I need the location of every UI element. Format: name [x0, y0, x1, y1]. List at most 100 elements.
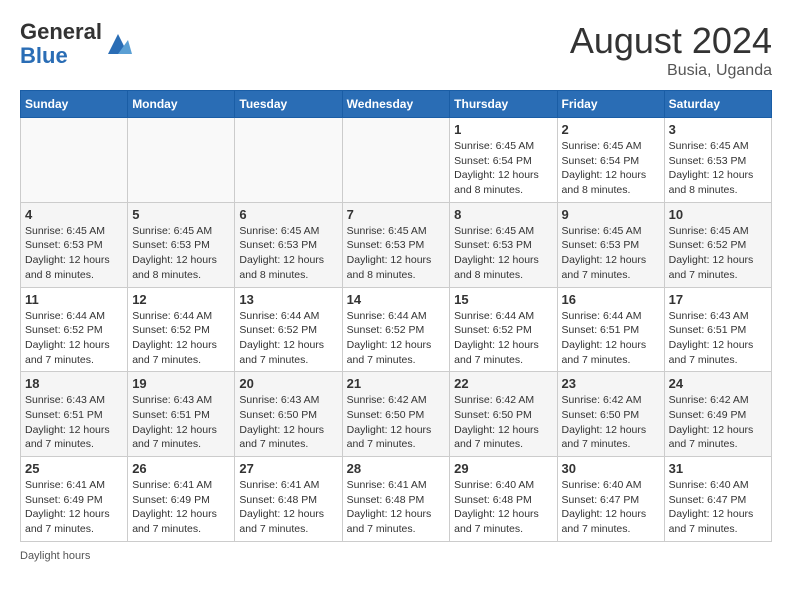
calendar-cell [128, 118, 235, 203]
calendar-week-row: 18 Sunrise: 6:43 AM Sunset: 6:51 PM Dayli… [21, 372, 772, 457]
day-number: 25 [25, 461, 123, 476]
month-year-title: August 2024 [570, 20, 772, 62]
calendar-cell: 1 Sunrise: 6:45 AM Sunset: 6:54 PM Daylig… [450, 118, 557, 203]
calendar-cell: 28 Sunrise: 6:41 AM Sunset: 6:48 PM Dayli… [342, 457, 450, 542]
day-number: 4 [25, 207, 123, 222]
footer: Daylight hours [20, 550, 772, 562]
day-info: Sunrise: 6:45 AM Sunset: 6:53 PM Dayligh… [562, 224, 660, 283]
calendar-cell: 8Sunrise: 6:45 AM Sunset: 6:53 PM Daylig… [450, 202, 557, 287]
calendar-header-friday: Friday [557, 91, 664, 118]
day-info: Sunrise: 6:41 AM Sunset: 6:48 PM Dayligh… [347, 478, 446, 537]
day-number: 23 [562, 376, 660, 391]
day-number: 2 [562, 122, 660, 137]
day-info: Sunrise: 6:45 AM Sunset: 6:52 PM Dayligh… [669, 224, 767, 283]
calendar-cell: 25Sunrise: 6:41 AM Sunset: 6:49 PM Dayli… [21, 457, 128, 542]
calendar-header-wednesday: Wednesday [342, 91, 450, 118]
day-info: Sunrise: 6:40 AM Sunset: 6:48 PM Dayligh… [454, 478, 552, 537]
day-info: Sunrise: 6:42 AM Sunset: 6:50 PM Dayligh… [454, 393, 552, 452]
day-number: 10 [669, 207, 767, 222]
day-number: 9 [562, 207, 660, 222]
calendar-week-row: 25 Sunrise: 6:41 AM Sunset: 6:49 PM Dayli… [21, 457, 772, 542]
day-info: Sunrise: 6:42 AM Sunset: 6:50 PM Dayligh… [347, 393, 446, 452]
calendar-cell: 26 Sunrise: 6:41 AM Sunset: 6:49 PM Dayli… [128, 457, 235, 542]
calendar-cell: 10 Sunrise: 6:45 AM Sunset: 6:52 PM Dayli… [664, 202, 771, 287]
calendar-cell: 2 Sunrise: 6:45 AM Sunset: 6:54 PM Daylig… [557, 118, 664, 203]
day-number: 27 [239, 461, 337, 476]
day-number: 28 [347, 461, 446, 476]
calendar-cell: 5Sunrise: 6:45 AM Sunset: 6:53 PM Daylig… [128, 202, 235, 287]
calendar-cell: 9 Sunrise: 6:45 AM Sunset: 6:53 PM Daylig… [557, 202, 664, 287]
day-number: 18 [25, 376, 123, 391]
day-number: 21 [347, 376, 446, 391]
calendar-week-row: 1 Sunrise: 6:45 AM Sunset: 6:54 PM Daylig… [21, 118, 772, 203]
calendar-cell: 11 Sunrise: 6:44 AM Sunset: 6:52 PM Dayli… [21, 287, 128, 372]
calendar-cell: 30Sunrise: 6:40 AM Sunset: 6:47 PM Dayli… [557, 457, 664, 542]
day-number: 26 [132, 461, 230, 476]
day-number: 1 [454, 122, 552, 137]
logo: General Blue [20, 20, 132, 68]
calendar-cell: 21 Sunrise: 6:42 AM Sunset: 6:50 PM Dayli… [342, 372, 450, 457]
calendar-cell: 20 Sunrise: 6:43 AM Sunset: 6:50 PM Dayli… [235, 372, 342, 457]
day-info: Sunrise: 6:43 AM Sunset: 6:51 PM Dayligh… [669, 309, 767, 368]
page-header: General Blue August 2024 Busia, Uganda [20, 20, 772, 80]
calendar-header-monday: Monday [128, 91, 235, 118]
calendar-header-sunday: Sunday [21, 91, 128, 118]
day-number: 12 [132, 292, 230, 307]
day-info: Sunrise: 6:44 AM Sunset: 6:52 PM Dayligh… [25, 309, 123, 368]
day-info: Sunrise: 6:44 AM Sunset: 6:52 PM Dayligh… [239, 309, 337, 368]
day-number: 17 [669, 292, 767, 307]
calendar-header-row: SundayMondayTuesdayWednesdayThursdayFrid… [21, 91, 772, 118]
logo-container: General Blue [20, 20, 132, 68]
day-number: 20 [239, 376, 337, 391]
calendar-header-saturday: Saturday [664, 91, 771, 118]
day-info: Sunrise: 6:43 AM Sunset: 6:51 PM Dayligh… [132, 393, 230, 452]
calendar-cell [21, 118, 128, 203]
calendar-cell: 4 Sunrise: 6:45 AM Sunset: 6:53 PM Daylig… [21, 202, 128, 287]
day-info: Sunrise: 6:42 AM Sunset: 6:49 PM Dayligh… [669, 393, 767, 452]
calendar-cell: 19 Sunrise: 6:43 AM Sunset: 6:51 PM Dayli… [128, 372, 235, 457]
logo-blue: Blue [20, 43, 68, 68]
day-number: 30 [562, 461, 660, 476]
day-number: 16 [562, 292, 660, 307]
day-number: 7 [347, 207, 446, 222]
day-info: Sunrise: 6:44 AM Sunset: 6:52 PM Dayligh… [454, 309, 552, 368]
calendar-cell [235, 118, 342, 203]
location-subtitle: Busia, Uganda [570, 62, 772, 80]
logo-text: General Blue [20, 20, 102, 68]
calendar-cell: 14Sunrise: 6:44 AM Sunset: 6:52 PM Dayli… [342, 287, 450, 372]
calendar-cell: 12Sunrise: 6:44 AM Sunset: 6:52 PM Dayli… [128, 287, 235, 372]
day-number: 6 [239, 207, 337, 222]
day-info: Sunrise: 6:45 AM Sunset: 6:53 PM Dayligh… [347, 224, 446, 283]
day-number: 24 [669, 376, 767, 391]
calendar-week-row: 11 Sunrise: 6:44 AM Sunset: 6:52 PM Dayli… [21, 287, 772, 372]
day-info: Sunrise: 6:45 AM Sunset: 6:53 PM Dayligh… [25, 224, 123, 283]
calendar-cell: 6Sunrise: 6:45 AM Sunset: 6:53 PM Daylig… [235, 202, 342, 287]
day-info: Sunrise: 6:45 AM Sunset: 6:54 PM Dayligh… [454, 139, 552, 198]
calendar-cell: 23 Sunrise: 6:42 AM Sunset: 6:50 PM Dayli… [557, 372, 664, 457]
day-info: Sunrise: 6:41 AM Sunset: 6:49 PM Dayligh… [132, 478, 230, 537]
day-number: 19 [132, 376, 230, 391]
calendar-cell: 17 Sunrise: 6:43 AM Sunset: 6:51 PM Dayli… [664, 287, 771, 372]
day-number: 31 [669, 461, 767, 476]
day-number: 15 [454, 292, 552, 307]
day-info: Sunrise: 6:45 AM Sunset: 6:54 PM Dayligh… [562, 139, 660, 198]
calendar-cell: 31 Sunrise: 6:40 AM Sunset: 6:47 PM Dayli… [664, 457, 771, 542]
calendar-cell: 18Sunrise: 6:43 AM Sunset: 6:51 PM Dayli… [21, 372, 128, 457]
day-info: Sunrise: 6:44 AM Sunset: 6:51 PM Dayligh… [562, 309, 660, 368]
calendar-cell: 22Sunrise: 6:42 AM Sunset: 6:50 PM Dayli… [450, 372, 557, 457]
day-info: Sunrise: 6:42 AM Sunset: 6:50 PM Dayligh… [562, 393, 660, 452]
day-info: Sunrise: 6:43 AM Sunset: 6:50 PM Dayligh… [239, 393, 337, 452]
day-number: 29 [454, 461, 552, 476]
calendar-cell: 29 Sunrise: 6:40 AM Sunset: 6:48 PM Dayli… [450, 457, 557, 542]
day-info: Sunrise: 6:45 AM Sunset: 6:53 PM Dayligh… [669, 139, 767, 198]
day-info: Sunrise: 6:40 AM Sunset: 6:47 PM Dayligh… [669, 478, 767, 537]
calendar-cell: 27 Sunrise: 6:41 AM Sunset: 6:48 PM Dayli… [235, 457, 342, 542]
calendar-table: SundayMondayTuesdayWednesdayThursdayFrid… [20, 90, 772, 542]
logo-icon [104, 30, 132, 58]
calendar-cell: 24 Sunrise: 6:42 AM Sunset: 6:49 PM Dayli… [664, 372, 771, 457]
day-number: 11 [25, 292, 123, 307]
day-info: Sunrise: 6:41 AM Sunset: 6:48 PM Dayligh… [239, 478, 337, 537]
day-number: 3 [669, 122, 767, 137]
day-info: Sunrise: 6:45 AM Sunset: 6:53 PM Dayligh… [454, 224, 552, 283]
day-info: Sunrise: 6:45 AM Sunset: 6:53 PM Dayligh… [132, 224, 230, 283]
